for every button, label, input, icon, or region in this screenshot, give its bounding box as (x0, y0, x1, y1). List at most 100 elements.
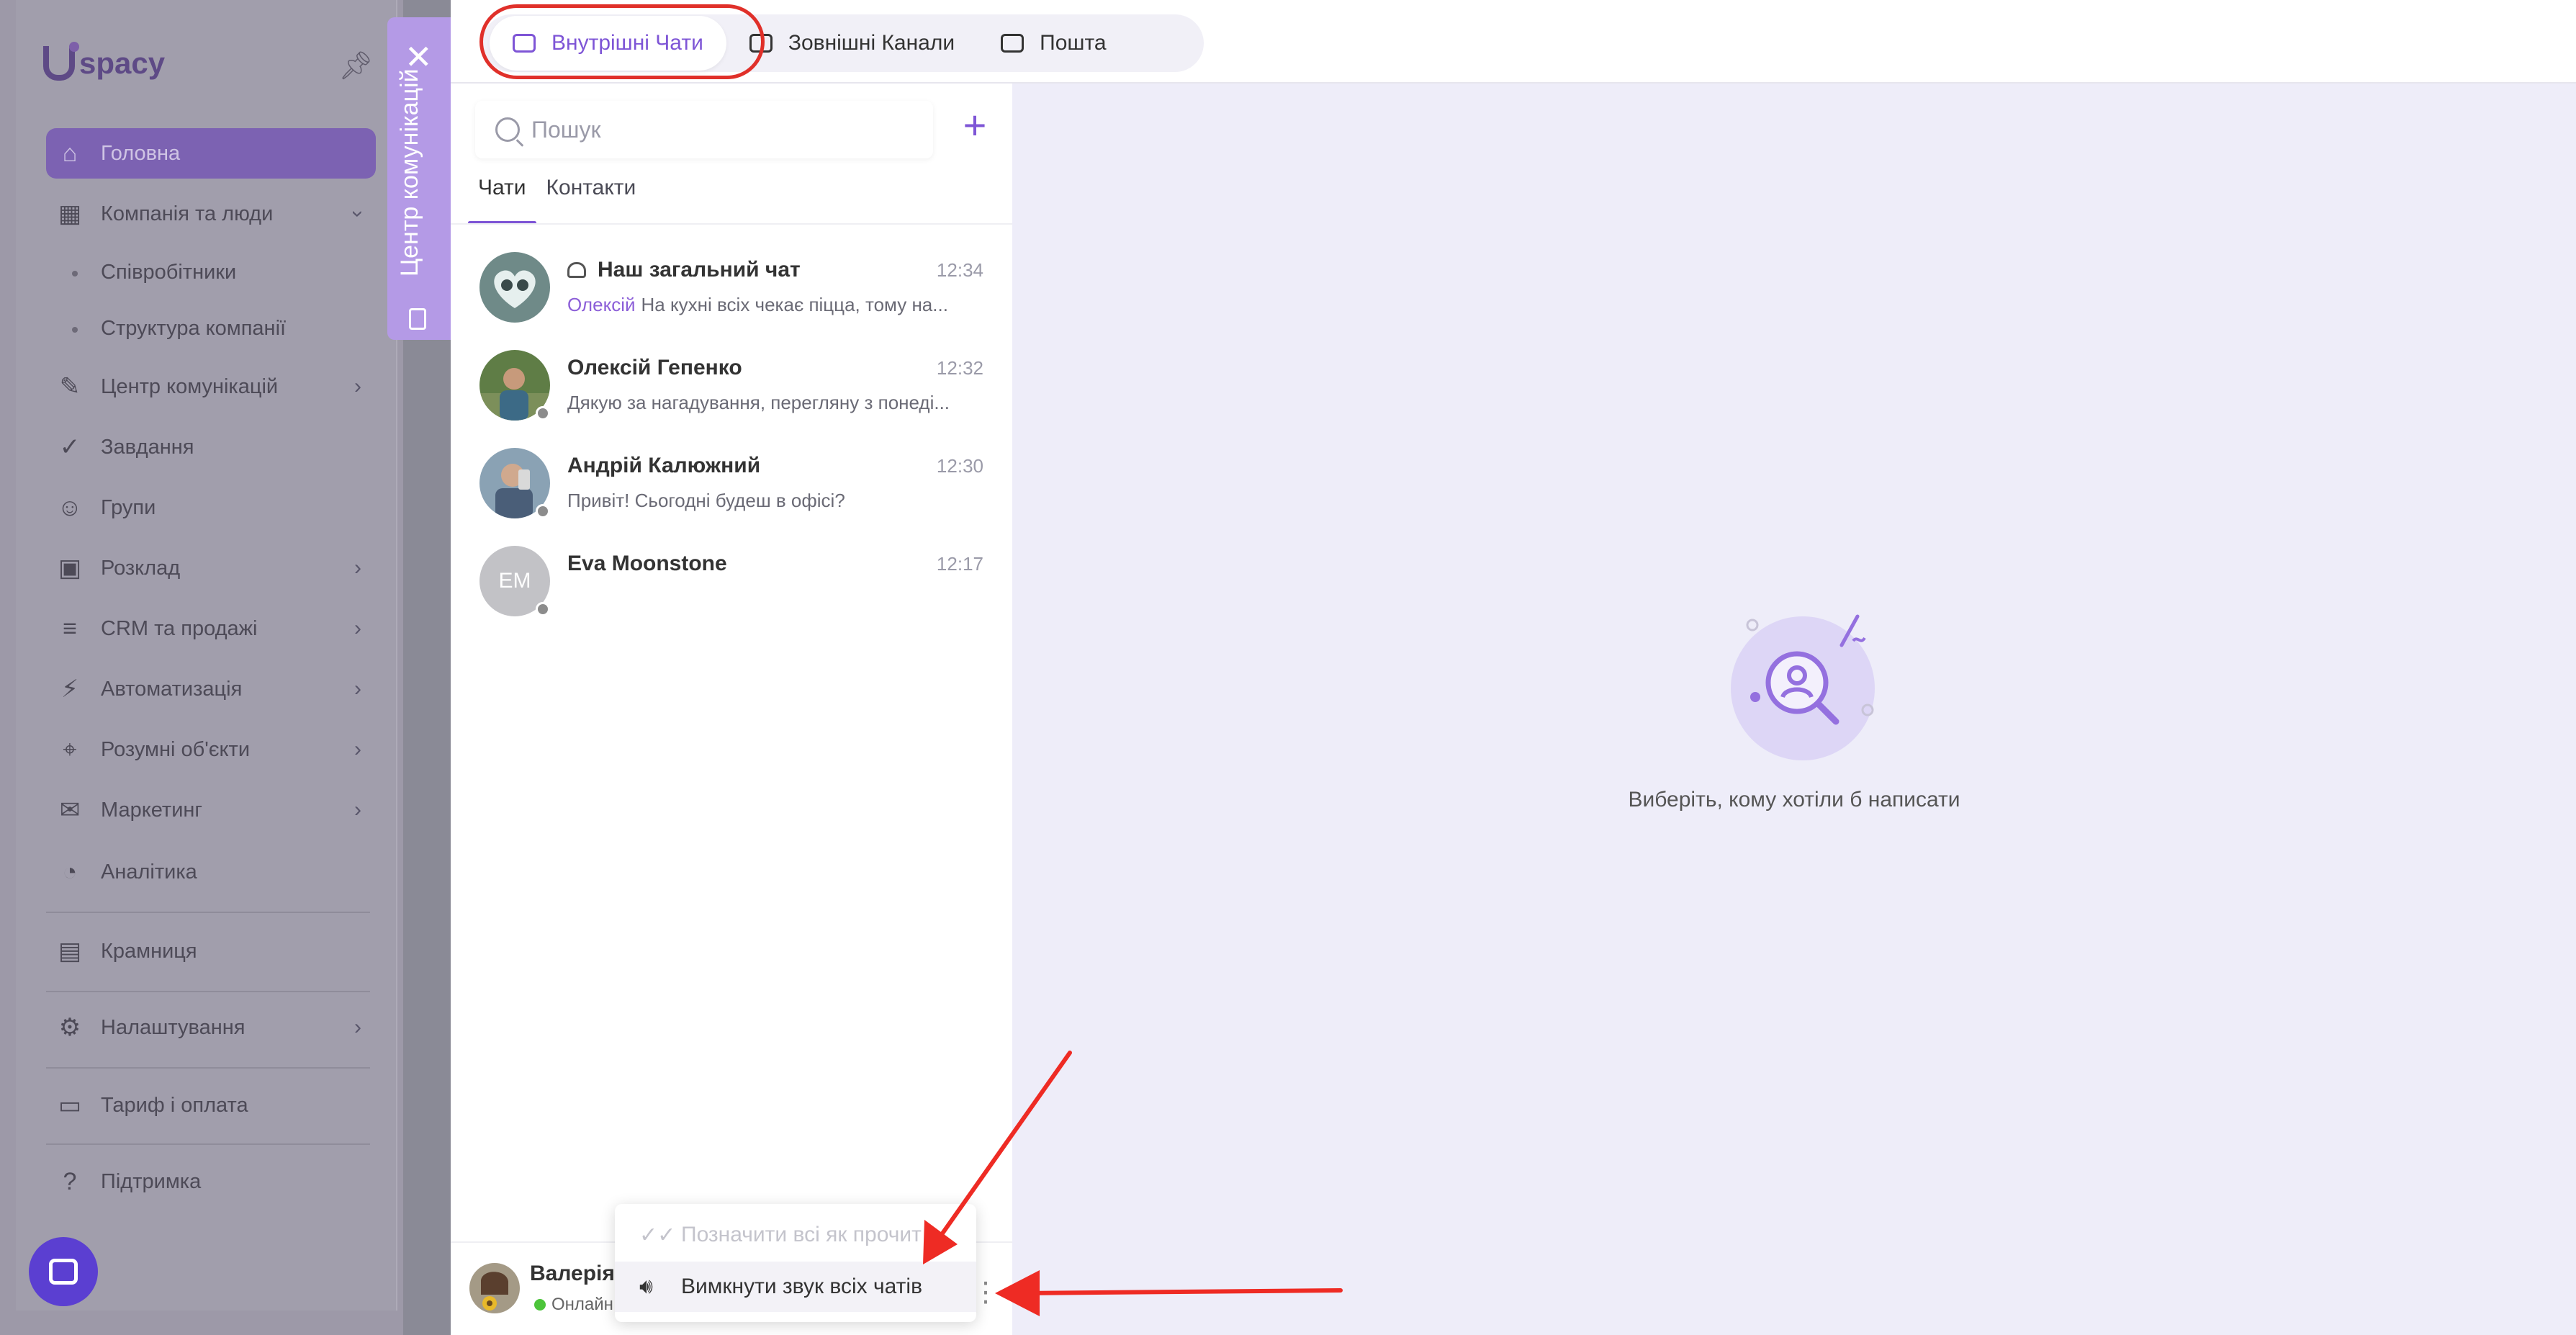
search-person-illustration (1731, 614, 1875, 760)
search-box[interactable] (475, 101, 933, 158)
logo-icon (43, 42, 79, 81)
sidebar-item-label: Розклад (101, 556, 181, 580)
chevron-right-icon: › (354, 798, 361, 822)
tab-label: Зовнішні Канали (788, 31, 955, 55)
divider (46, 1143, 370, 1145)
chart-icon: ◔ (62, 858, 78, 886)
sidebar-item-billing[interactable]: ▭ Тариф і оплата (46, 1080, 376, 1131)
annotation-highlight-ring (479, 4, 765, 79)
chat-time: 12:32 (936, 357, 983, 379)
sidebar-item-label: Групи (101, 495, 156, 519)
chevron-right-icon: › (354, 616, 361, 640)
chat-name: Олексій Гепенко (567, 356, 742, 379)
chat-preview-text: На кухні всіх чекає піцца, тому на... (641, 294, 948, 315)
note-icon (409, 308, 426, 330)
sidebar-item-settings[interactable]: ⚙︎ Налаштування › (46, 1002, 376, 1053)
divider (46, 912, 370, 913)
avatar (479, 448, 550, 518)
chevron-right-icon: › (354, 737, 361, 761)
chat-item[interactable]: Олексій Гепенко 12:32 Дякую за нагадуван… (451, 336, 1012, 433)
chat-list-panel: + Чати Контакти Наш загальний чат 12:34 … (451, 84, 1012, 1335)
calendar-icon: ▣ (58, 554, 82, 582)
sidebar-item-store[interactable]: ▤ Крамниця (46, 926, 376, 976)
menu-item-label: Позначити всі як прочит (681, 1223, 922, 1246)
users-icon: ☺ (57, 493, 83, 521)
sidebar-item-label: Розумні об'єкти (101, 737, 251, 761)
chat-item[interactable]: EM Eva Moonstone 12:17 (451, 531, 1012, 629)
menu-item-mute-all[interactable]: 🔊︎ Вимкнути звук всіх чатів (615, 1262, 976, 1312)
new-chat-button[interactable]: + (955, 105, 995, 148)
user-status: Онлайн (534, 1295, 613, 1315)
sidebar-item-smart-objects[interactable]: ⌖ Розумні об'єкти › (46, 724, 376, 775)
sidebar-item-crm[interactable]: ≡ CRM та продажі › (46, 603, 376, 654)
sidebar: spacy 📌︎ ⌂ Головна ▦ Компанія та люди › … (0, 0, 403, 1335)
chevron-right-icon: › (354, 1015, 361, 1039)
store-icon: ▤ (58, 938, 82, 965)
logo-text: spacy (79, 46, 166, 80)
wallet-icon: ▭ (58, 1092, 82, 1119)
tab-chats[interactable]: Чати (468, 167, 536, 225)
divider (46, 991, 370, 992)
chevron-right-icon: › (354, 556, 361, 580)
gear-icon: ⚙︎ (58, 1014, 81, 1041)
sidebar-item-groups[interactable]: ☺ Групи (46, 482, 376, 533)
sidebar-item-label: Головна (101, 141, 181, 165)
sidebar-item-support[interactable]: ? Підтримка (46, 1156, 376, 1207)
sidebar-item-company[interactable]: ▦ Компанія та люди › (46, 189, 376, 239)
sidebar-item-label: Автоматизація (101, 677, 243, 701)
chat-preview: Привіт! Сьогодні будеш в офісі? (567, 490, 845, 511)
app-logo[interactable]: spacy (43, 42, 166, 81)
tabs-divider (451, 223, 1012, 225)
search-input[interactable] (531, 116, 920, 143)
sidebar-item-label: Налаштування (101, 1015, 246, 1039)
comm-center-tab[interactable]: ✕ Центр комунікацій (387, 17, 451, 340)
lightning-icon: ⚡︎ (61, 675, 78, 703)
scan-icon: ⌖ (63, 735, 77, 763)
empty-state-text: Виберіть, кому хотіли б написати (1628, 788, 1960, 812)
tab-mail[interactable]: Пошта (978, 16, 1129, 71)
sidebar-item-employees[interactable]: Співробітники (71, 261, 236, 284)
chat-preview: Дякую за нагадування, перегляну з понеді… (567, 392, 950, 413)
chevron-right-icon: › (354, 677, 361, 701)
chat-tabs: Чати Контакти (468, 167, 646, 225)
search-icon (495, 117, 520, 142)
check-circle-icon: ✓ (59, 433, 81, 461)
sidebar-item-marketing[interactable]: ✉ Маркетинг › (46, 785, 376, 835)
user-avatar[interactable] (469, 1263, 520, 1313)
tab-contacts[interactable]: Контакти (536, 167, 647, 225)
chat-time: 12:34 (936, 259, 983, 281)
sidebar-item-label: Аналітика (101, 860, 197, 884)
tab-label: Пошта (1040, 31, 1107, 55)
home-icon: ⌂ (62, 139, 78, 167)
chevron-right-icon: › (354, 374, 361, 398)
support-chat-button[interactable] (29, 1237, 98, 1306)
pin-icon[interactable]: 📌︎ (338, 50, 373, 82)
avatar (479, 252, 550, 323)
status-dot (536, 504, 550, 518)
chat-edit-icon: ✎ (59, 373, 81, 400)
avatar: EM (479, 546, 550, 616)
sidebar-item-structure[interactable]: Структура компанії (71, 317, 286, 341)
sidebar-item-schedule[interactable]: ▣ Розклад › (46, 543, 376, 593)
avatar (479, 350, 550, 421)
chat-name: Андрій Калюжний (567, 454, 761, 477)
sidebar-item-analytics[interactable]: ◔ Аналітика (46, 847, 376, 897)
sidebar-item-label: Крамниця (101, 939, 197, 963)
chat-widget-icon (49, 1259, 78, 1285)
chat-preview: Олексій На кухні всіх чекає піцца, тому н… (567, 294, 956, 316)
user-name: Валерія (530, 1262, 615, 1285)
chat-item[interactable]: Андрій Калюжний 12:30 Привіт! Сьогодні б… (451, 433, 1012, 531)
sidebar-item-home[interactable]: ⌂ Головна (46, 128, 376, 179)
building-icon: ▦ (58, 200, 82, 228)
comm-center-label: Центр комунікацій (396, 68, 423, 277)
sidebar-item-automation[interactable]: ⚡︎ Автоматизація › (46, 664, 376, 714)
chat-item[interactable]: Наш загальний чат 12:34 Олексій На кухні … (451, 238, 1012, 336)
menu-item-mark-all-read[interactable]: ✓✓ Позначити всі як прочит (615, 1210, 976, 1260)
sidebar-item-label: Центр комунікацій (101, 374, 279, 398)
chat-time: 12:30 (936, 455, 983, 477)
chat-options-menu: ✓✓ Позначити всі як прочит 🔊︎ Вимкнути з… (615, 1204, 976, 1322)
sidebar-item-label: Завдання (101, 435, 194, 459)
sidebar-item-tasks[interactable]: ✓ Завдання (46, 422, 376, 472)
chat-name: Eva Moonstone (567, 552, 727, 575)
sidebar-item-comm-center[interactable]: ✎ Центр комунікацій › (46, 361, 376, 412)
